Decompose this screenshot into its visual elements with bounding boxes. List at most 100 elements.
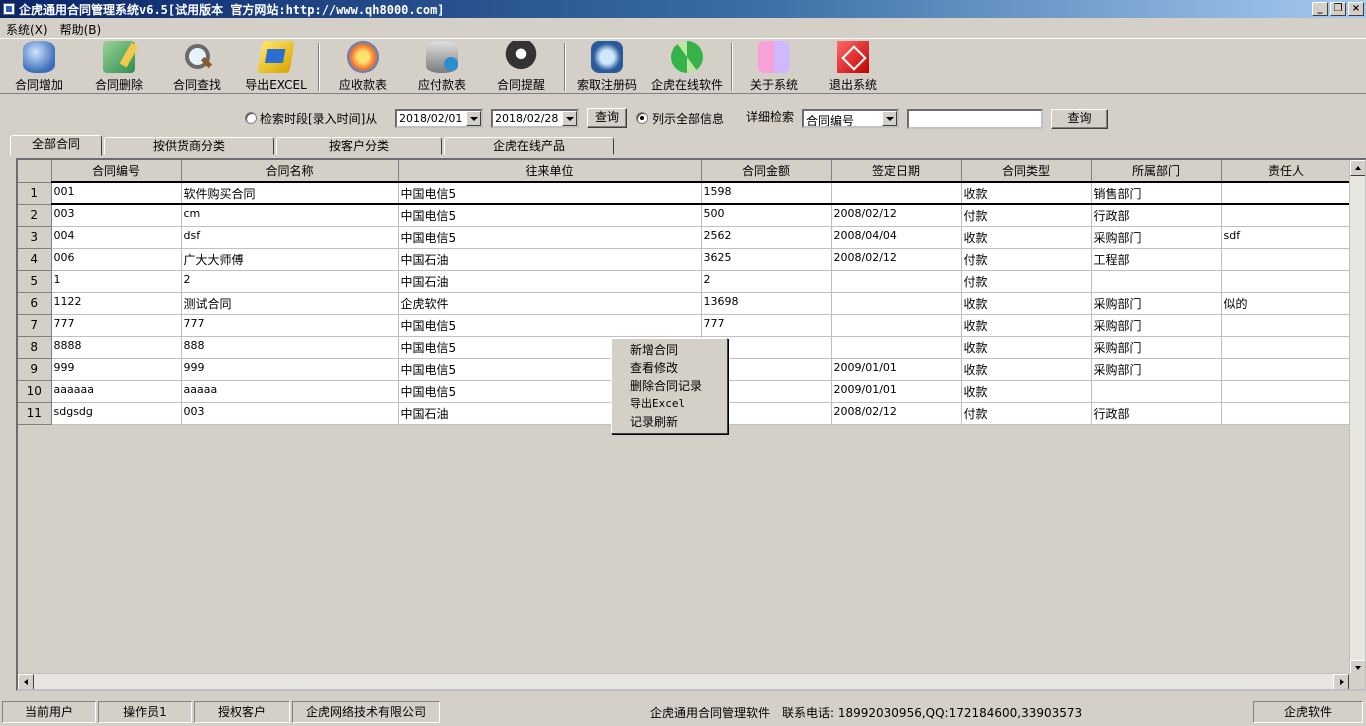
- table-cell[interactable]: 999: [51, 358, 182, 381]
- table-cell[interactable]: 004: [51, 226, 182, 249]
- table-cell[interactable]: 2008/02/12: [831, 248, 962, 271]
- table-cell[interactable]: 付款: [961, 248, 1092, 271]
- table-cell[interactable]: [1221, 336, 1352, 359]
- table-cell[interactable]: 收款: [961, 226, 1092, 249]
- row-number[interactable]: 10: [18, 380, 52, 403]
- row-number[interactable]: 2: [18, 204, 52, 227]
- table-cell[interactable]: 收款: [961, 358, 1092, 381]
- tab-by-supplier[interactable]: 按供货商分类: [104, 137, 274, 155]
- table-cell[interactable]: 2: [181, 270, 399, 293]
- row-number[interactable]: 5: [18, 270, 52, 293]
- minimize-button[interactable]: _: [1312, 2, 1328, 16]
- table-cell[interactable]: 采购部门: [1091, 292, 1222, 315]
- tab-online-products[interactable]: 企虎在线产品: [444, 137, 614, 155]
- row-number[interactable]: 3: [18, 226, 52, 249]
- table-cell[interactable]: 销售部门: [1091, 181, 1222, 205]
- table-row[interactable]: 3 004 dsf 中国电信5 2562 2008/04/04 收款 采购部门 sdf: [18, 226, 1352, 249]
- column-header[interactable]: 所属部门: [1091, 160, 1222, 183]
- table-cell[interactable]: [1091, 380, 1222, 403]
- row-number[interactable]: 11: [18, 402, 52, 425]
- table-cell[interactable]: [831, 292, 962, 315]
- exit-button[interactable]: 退出系统: [822, 41, 884, 93]
- ctx-view-edit[interactable]: 查看修改: [612, 359, 727, 377]
- add-contract-button[interactable]: 合同增加: [8, 41, 70, 93]
- table-cell[interactable]: 中国石油: [398, 248, 702, 271]
- table-cell[interactable]: 2562: [701, 226, 832, 249]
- date-query-button[interactable]: 查询: [587, 108, 627, 128]
- table-cell[interactable]: [831, 314, 962, 337]
- table-cell[interactable]: 2008/02/12: [831, 402, 962, 425]
- column-header[interactable]: 签定日期: [831, 160, 962, 183]
- table-cell[interactable]: 行政部: [1091, 402, 1222, 425]
- table-row[interactable]: 1 001 软件购买合同 中国电信5 1598 收款 销售部门: [18, 181, 1352, 205]
- column-header[interactable]: 合同类型: [961, 160, 1092, 183]
- row-number[interactable]: 7: [18, 314, 52, 337]
- table-cell[interactable]: 采购部门: [1091, 336, 1222, 359]
- date-to-picker[interactable]: 2018/02/28: [491, 109, 579, 128]
- ctx-delete-record[interactable]: 删除合同记录: [612, 377, 727, 395]
- table-row[interactable]: 5 1 2 中国石油 2 付款: [18, 270, 1352, 293]
- table-cell[interactable]: 采购部门: [1091, 314, 1222, 337]
- tab-all-contracts[interactable]: 全部合同: [10, 135, 102, 156]
- table-row[interactable]: 4 006 广大大师傅 中国石油 3625 2008/02/12 付款 工程部: [18, 248, 1352, 271]
- restore-button[interactable]: ❐: [1330, 2, 1346, 16]
- table-cell[interactable]: 003: [51, 204, 182, 227]
- table-cell[interactable]: 003: [181, 402, 399, 425]
- table-cell[interactable]: 8888: [51, 336, 182, 359]
- ctx-export-excel[interactable]: 导出Excel: [612, 395, 727, 413]
- table-cell[interactable]: sdgsdg: [51, 402, 182, 425]
- detail-field-select[interactable]: 合同编号: [802, 109, 899, 128]
- table-cell[interactable]: 500: [701, 204, 832, 227]
- table-cell[interactable]: 2009/01/01: [831, 358, 962, 381]
- date-from-picker[interactable]: 2018/02/01: [395, 109, 483, 128]
- payables-button[interactable]: 应付款表: [411, 41, 473, 93]
- find-contract-button[interactable]: 合同查找: [166, 41, 228, 93]
- table-cell[interactable]: 似的: [1221, 292, 1352, 315]
- table-cell[interactable]: 收款: [961, 336, 1092, 359]
- table-cell[interactable]: sdf: [1221, 226, 1352, 249]
- table-cell[interactable]: 采购部门: [1091, 226, 1222, 249]
- receivables-button[interactable]: 应收款表: [332, 41, 394, 93]
- column-header[interactable]: 合同名称: [181, 160, 399, 183]
- table-cell[interactable]: 采购部门: [1091, 358, 1222, 381]
- table-cell[interactable]: 企虎软件: [398, 292, 702, 315]
- table-cell[interactable]: 行政部: [1091, 204, 1222, 227]
- detail-query-button[interactable]: 查询: [1051, 109, 1108, 129]
- table-cell[interactable]: 软件购买合同: [181, 181, 399, 205]
- table-row[interactable]: 2 003 cm 中国电信5 500 2008/02/12 付款 行政部: [18, 204, 1352, 227]
- table-cell[interactable]: 2008/02/12: [831, 204, 962, 227]
- table-cell[interactable]: 收款: [961, 314, 1092, 337]
- table-cell[interactable]: aaaaaa: [51, 380, 182, 403]
- table-cell[interactable]: 测试合同: [181, 292, 399, 315]
- table-cell[interactable]: [1221, 270, 1352, 293]
- chevron-down-icon[interactable]: [882, 111, 897, 126]
- scroll-up-icon[interactable]: [1350, 160, 1365, 176]
- table-cell[interactable]: 收款: [961, 292, 1092, 315]
- table-cell[interactable]: [1221, 402, 1352, 425]
- table-cell[interactable]: 中国石油: [398, 270, 702, 293]
- chevron-down-icon[interactable]: [562, 111, 577, 126]
- export-excel-button[interactable]: 导出EXCEL: [242, 41, 310, 93]
- delete-contract-button[interactable]: 合同删除: [88, 41, 150, 93]
- table-cell[interactable]: 收款: [961, 181, 1092, 205]
- horizontal-scrollbar[interactable]: [18, 673, 1349, 689]
- table-cell[interactable]: 1598: [701, 181, 832, 205]
- table-cell[interactable]: 1: [51, 270, 182, 293]
- table-cell[interactable]: 2009/01/01: [831, 380, 962, 403]
- column-header[interactable]: 往来单位: [398, 160, 702, 183]
- show-all-radio[interactable]: [636, 112, 648, 124]
- ctx-refresh[interactable]: 记录刷新: [612, 413, 727, 431]
- row-number[interactable]: 8: [18, 336, 52, 359]
- table-row[interactable]: 6 1122 测试合同 企虎软件 13698 收款 采购部门 似的: [18, 292, 1352, 315]
- table-cell[interactable]: [1221, 204, 1352, 227]
- column-header[interactable]: 合同编号: [51, 160, 182, 183]
- table-cell[interactable]: 工程部: [1091, 248, 1222, 271]
- table-cell[interactable]: [831, 270, 962, 293]
- chevron-down-icon[interactable]: [466, 111, 481, 126]
- menu-system[interactable]: 系统(X): [0, 18, 54, 38]
- table-cell[interactable]: 777: [701, 314, 832, 337]
- table-cell[interactable]: [831, 336, 962, 359]
- table-cell[interactable]: 3625: [701, 248, 832, 271]
- close-button[interactable]: ×: [1348, 2, 1364, 16]
- table-cell[interactable]: 广大大师傅: [181, 248, 399, 271]
